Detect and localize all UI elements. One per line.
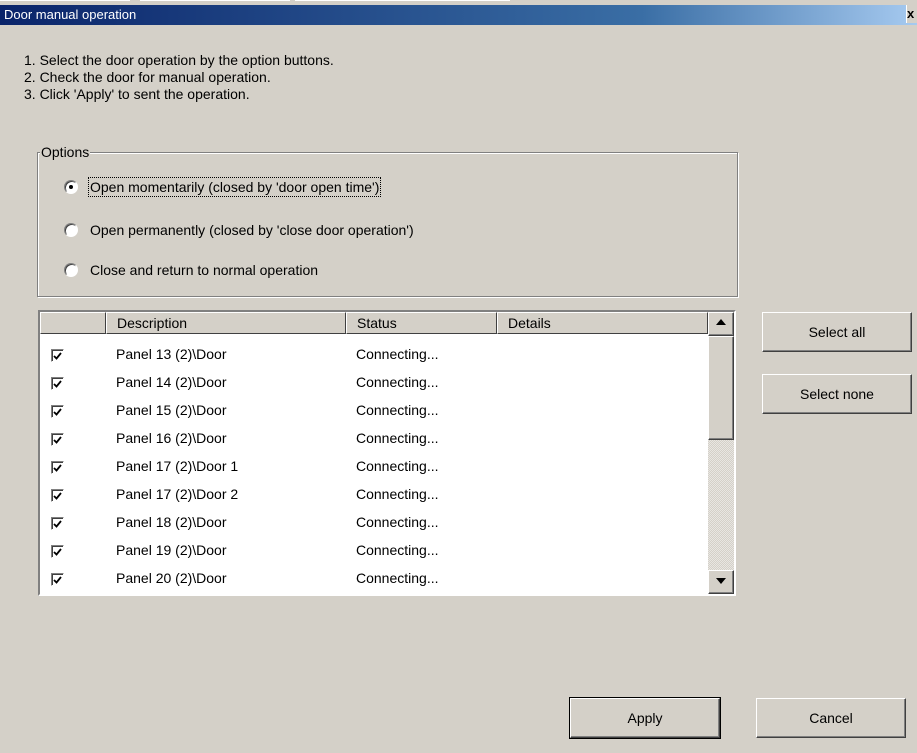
checkmark-icon <box>53 435 62 444</box>
row-checkbox[interactable] <box>51 349 64 362</box>
radio-label: Open permanently (closed by 'close door … <box>90 222 414 238</box>
checkmark-icon <box>53 575 62 584</box>
scroll-thumb[interactable] <box>708 336 734 440</box>
radio-button[interactable] <box>64 263 78 277</box>
row-checkbox[interactable] <box>51 377 64 390</box>
options-group-label: Options <box>40 144 91 160</box>
checkmark-icon <box>53 547 62 556</box>
select-all-button[interactable]: Select all <box>762 312 912 352</box>
radio-open-permanently[interactable]: Open permanently (closed by 'close door … <box>64 219 414 241</box>
row-description: Panel 15 (2)\Door <box>116 402 227 418</box>
arrow-up-icon <box>716 319 726 325</box>
row-status: Connecting... <box>356 486 439 502</box>
radio-dot <box>69 185 73 189</box>
row-description: Panel 13 (2)\Door <box>116 346 227 362</box>
checkmark-icon <box>53 407 62 416</box>
row-description: Panel 14 (2)\Door <box>116 374 227 390</box>
top-strip-segment <box>140 0 290 4</box>
door-list[interactable]: Description Status Details Panel 13 (2)\… <box>38 310 736 596</box>
instruction-line: 1. Select the door operation by the opti… <box>24 52 334 68</box>
checkmark-icon <box>53 463 62 472</box>
top-strip-segment <box>295 0 510 4</box>
table-row[interactable]: Panel 14 (2)\Door Connecting... <box>40 371 708 399</box>
row-description: Panel 17 (2)\Door 2 <box>116 486 239 502</box>
select-none-button[interactable]: Select none <box>762 374 912 414</box>
row-checkbox[interactable] <box>51 405 64 418</box>
table-row[interactable]: Panel 16 (2)\Door Connecting... <box>40 427 708 455</box>
cancel-button[interactable]: Cancel <box>756 698 906 738</box>
table-row[interactable]: Panel 17 (2)\Door 1 Connecting... <box>40 455 708 483</box>
row-description: Panel 20 (2)\Door <box>116 570 227 586</box>
row-description: Panel 16 (2)\Door <box>116 430 227 446</box>
table-row[interactable]: Panel 17 (2)\Door 2 Connecting... <box>40 483 708 511</box>
row-checkbox[interactable] <box>51 433 64 446</box>
row-description: Panel 18 (2)\Door <box>116 514 227 530</box>
table-row[interactable]: Panel 19 (2)\Door Connecting... <box>40 539 708 567</box>
row-description: Panel 19 (2)\Door <box>116 542 227 558</box>
row-checkbox[interactable] <box>51 461 64 474</box>
row-status: Connecting... <box>356 402 439 418</box>
column-header-check[interactable] <box>40 312 106 334</box>
scroll-down-button[interactable] <box>708 570 734 594</box>
table-row[interactable]: Panel 20 (2)\Door Connecting... <box>40 567 708 595</box>
list-header: Description Status Details <box>40 312 708 336</box>
radio-open-momentarily[interactable]: Open momentarily (closed by 'door open t… <box>64 176 382 198</box>
row-status: Connecting... <box>356 514 439 530</box>
checkmark-icon <box>53 491 62 500</box>
arrow-down-icon <box>716 578 726 584</box>
instructions: 1. Select the door operation by the opti… <box>24 52 334 103</box>
checkmark-icon <box>53 351 62 360</box>
table-row[interactable]: Panel 18 (2)\Door Connecting... <box>40 511 708 539</box>
row-status: Connecting... <box>356 346 439 362</box>
row-checkbox[interactable] <box>51 573 64 586</box>
row-status: Connecting... <box>356 570 439 586</box>
column-header-description[interactable]: Description <box>106 312 346 334</box>
vertical-scrollbar[interactable] <box>708 312 734 594</box>
row-status: Connecting... <box>356 374 439 390</box>
radio-label: Close and return to normal operation <box>90 262 319 278</box>
apply-button[interactable]: Apply <box>569 697 721 739</box>
row-status: Connecting... <box>356 430 439 446</box>
table-row[interactable]: Panel 13 (2)\Door Connecting... <box>40 343 708 371</box>
title-bar: Door manual operation x <box>0 5 917 25</box>
row-description: Panel 17 (2)\Door 1 <box>116 458 239 474</box>
column-header-details[interactable]: Details <box>497 312 708 334</box>
row-checkbox[interactable] <box>51 545 64 558</box>
radio-close-normal[interactable]: Close and return to normal operation <box>64 259 318 281</box>
checkmark-icon <box>53 379 62 388</box>
row-status: Connecting... <box>356 542 439 558</box>
radio-label: Open momentarily (closed by 'door open t… <box>87 177 382 197</box>
checkmark-icon <box>53 519 62 528</box>
close-button[interactable]: x <box>906 5 917 23</box>
window-title: Door manual operation <box>4 7 137 22</box>
column-header-status[interactable]: Status <box>346 312 497 334</box>
row-checkbox[interactable] <box>51 517 64 530</box>
row-checkbox[interactable] <box>51 489 64 502</box>
table-row[interactable]: Panel 15 (2)\Door Connecting... <box>40 399 708 427</box>
instruction-line: 2. Check the door for manual operation. <box>24 69 271 85</box>
scroll-up-button[interactable] <box>708 312 734 336</box>
radio-button[interactable] <box>64 223 78 237</box>
radio-button[interactable] <box>64 180 78 194</box>
row-status: Connecting... <box>356 458 439 474</box>
instruction-line: 3. Click 'Apply' to sent the operation. <box>24 86 250 102</box>
top-strip-segment <box>0 0 130 4</box>
